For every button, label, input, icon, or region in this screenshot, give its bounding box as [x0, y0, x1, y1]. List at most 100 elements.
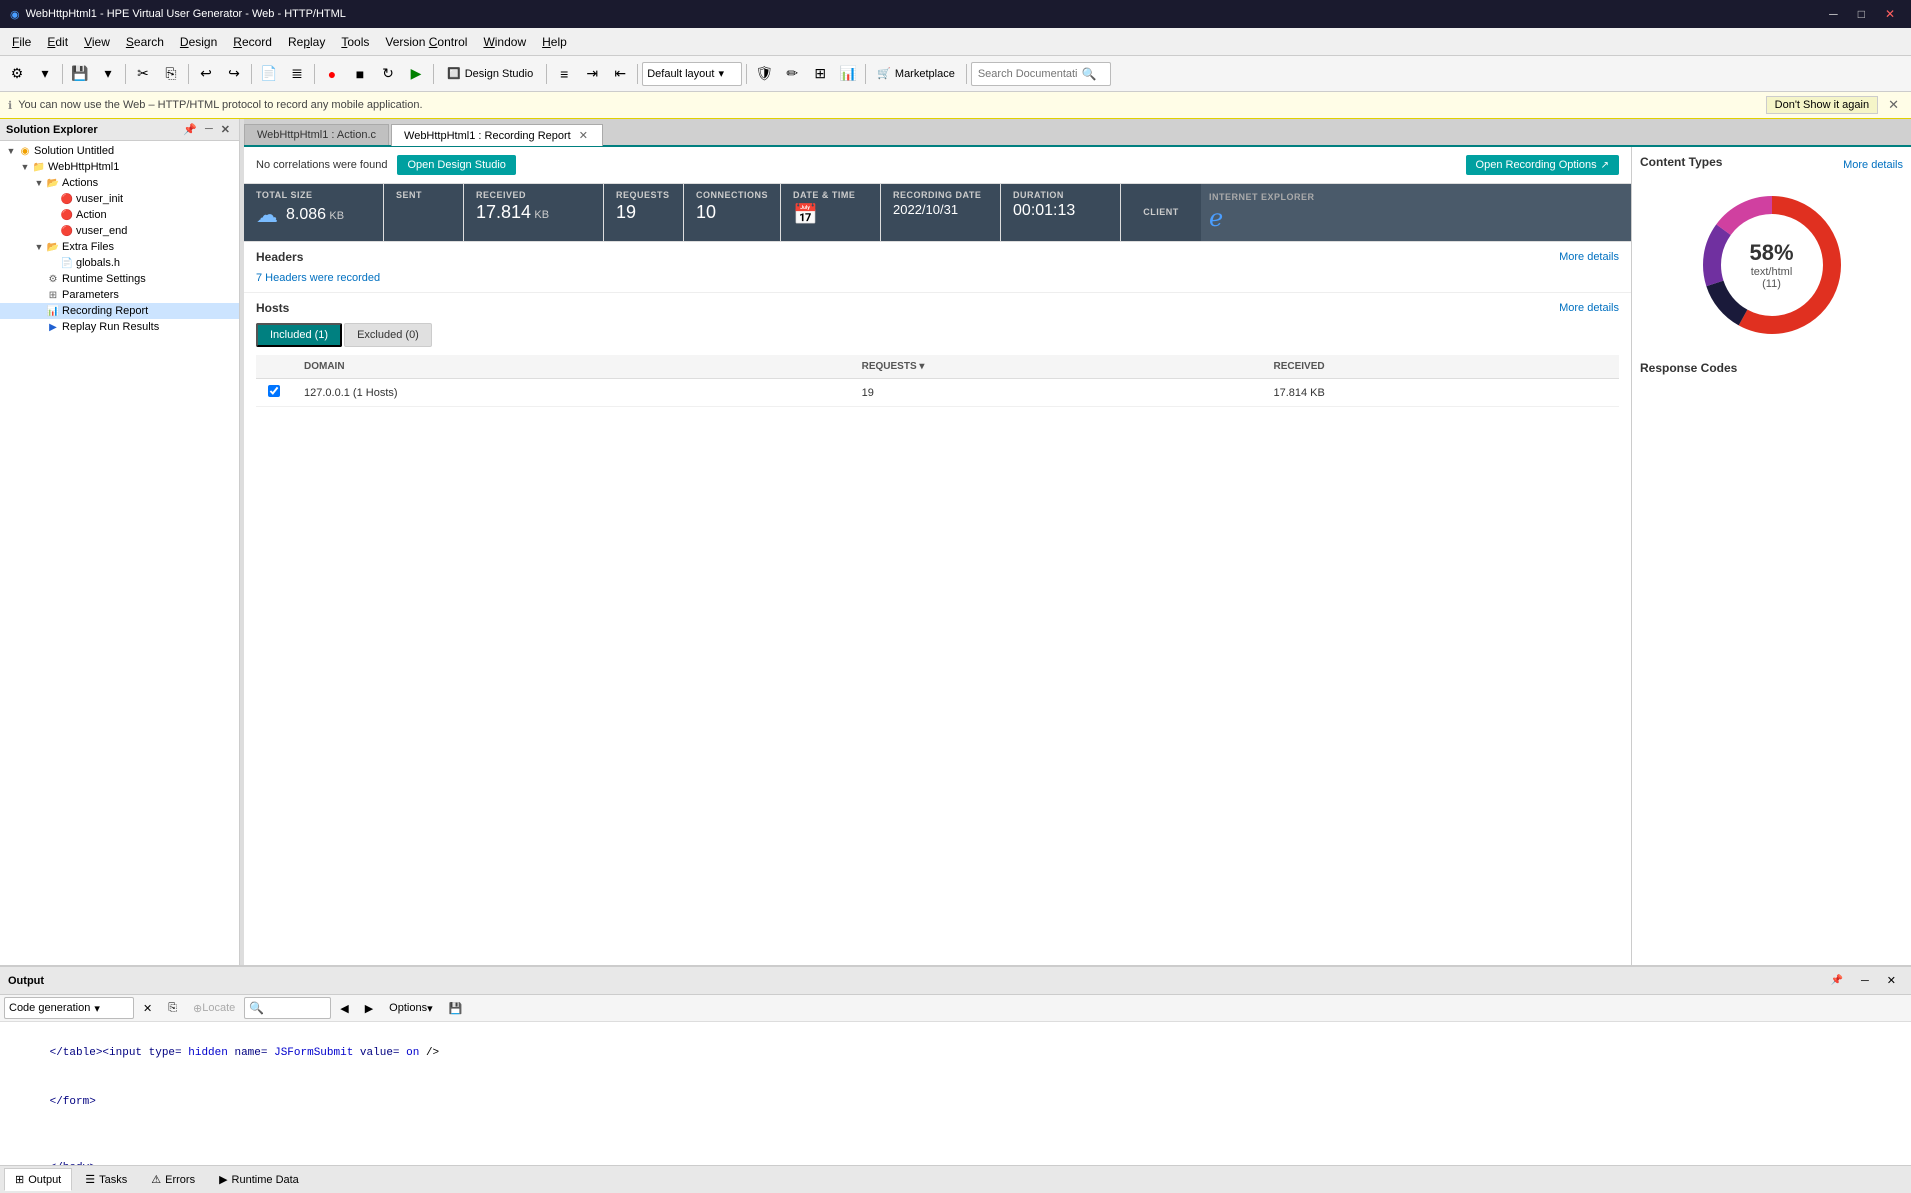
output-search-input[interactable] — [266, 1002, 326, 1014]
bottom-tab-runtime-data[interactable]: ▶ Runtime Data — [208, 1168, 310, 1191]
headers-recorded-link[interactable]: 7 Headers were recorded — [256, 272, 380, 284]
bottom-tab-errors[interactable]: ⚠ Errors — [140, 1168, 206, 1191]
included-tab[interactable]: Included (1) — [256, 323, 342, 347]
hosts-more-details[interactable]: More details — [1559, 302, 1619, 314]
menu-record[interactable]: Record — [225, 31, 280, 53]
marketplace-button[interactable]: 🛒 Marketplace — [870, 61, 962, 87]
menu-version-control[interactable]: Version Control — [377, 31, 475, 53]
tb-align-button[interactable]: ≡ — [551, 61, 577, 87]
tb-save-button[interactable]: 💾 — [67, 61, 93, 87]
output-locate-button[interactable]: ⊕ Locate — [186, 999, 242, 1018]
tb-grid-button[interactable]: ⊞ — [807, 61, 833, 87]
tree-item-params[interactable]: ▶ ⊞ Parameters — [0, 287, 239, 303]
tree-item-extra-files[interactable]: ▼ 📂 Extra Files — [0, 239, 239, 255]
output-copy-button[interactable]: ⎘ — [161, 999, 184, 1018]
minimize-button[interactable]: ─ — [1823, 5, 1844, 23]
tab-action[interactable]: WebHttpHtml1 : Action.c — [244, 124, 389, 145]
tree-item-runtime[interactable]: ▶ ⚙ Runtime Settings — [0, 271, 239, 287]
menu-search[interactable]: Search — [118, 31, 172, 53]
tb-report-button[interactable]: 📊 — [835, 61, 861, 87]
maximize-button[interactable]: □ — [1852, 5, 1871, 23]
tb-dropdown2[interactable]: ▾ — [95, 61, 121, 87]
tb-home-button[interactable]: ⚙ — [4, 61, 30, 87]
output-nav-forward[interactable]: ▶ — [358, 999, 380, 1018]
headers-section-header: Headers More details — [244, 242, 1631, 268]
no-correlations-text: No correlations were found — [256, 159, 387, 171]
tree-item-vuser-init[interactable]: ▶ 🔴 vuser_init — [0, 191, 239, 207]
layout-dropdown[interactable]: Default layout ▾ — [642, 62, 742, 86]
layout-dropdown-arrow: ▾ — [718, 67, 724, 80]
tb-param-button[interactable]: ≣ — [284, 61, 310, 87]
open-design-studio-button[interactable]: Open Design Studio — [397, 155, 515, 175]
output-nav-back[interactable]: ◀ — [333, 999, 355, 1018]
tb-step-button[interactable]: ⇥ — [579, 61, 605, 87]
tree-item-recording-report[interactable]: ▶ 📊 Recording Report — [0, 303, 239, 319]
tb-record-button[interactable]: ● — [319, 61, 345, 87]
tb-stop-button[interactable]: ■ — [347, 61, 373, 87]
tb-shield-button[interactable]: 🛡 — [751, 61, 777, 87]
tree-item-project[interactable]: ▼ 📁 WebHttpHtml1 — [0, 159, 239, 175]
row-checkbox[interactable] — [268, 385, 280, 397]
bottom-tab-output[interactable]: ⊞ Output — [4, 1168, 72, 1191]
tree-item-vuser-end[interactable]: ▶ 🔴 vuser_end — [0, 223, 239, 239]
content-types-more-details[interactable]: More details — [1843, 159, 1903, 171]
menu-file[interactable]: File — [4, 31, 39, 53]
menu-design[interactable]: Design — [172, 31, 225, 53]
menu-tools[interactable]: Tools — [333, 31, 377, 53]
output-clear-button[interactable]: ✕ — [136, 999, 159, 1018]
output-close-button[interactable]: ✕ — [1880, 971, 1903, 990]
menu-help[interactable]: Help — [534, 31, 575, 53]
search-input[interactable] — [978, 68, 1078, 80]
extra-files-toggle[interactable]: ▼ — [32, 242, 46, 252]
search-box[interactable]: 🔍 — [971, 62, 1111, 86]
close-button[interactable]: ✕ — [1879, 5, 1901, 23]
tb-run-button[interactable]: ▶ — [403, 61, 429, 87]
output-options-button[interactable]: Options ▾ — [382, 999, 439, 1018]
dont-show-button[interactable]: Don't Show it again — [1766, 96, 1878, 114]
tree-item-solution[interactable]: ▼ ◉ Solution Untitled — [0, 143, 239, 159]
tb-dropdown1[interactable]: ▾ — [32, 61, 58, 87]
solution-toggle[interactable]: ▼ — [4, 146, 18, 156]
tb-pencil-button[interactable]: ✏ — [779, 61, 805, 87]
excluded-tab[interactable]: Excluded (0) — [344, 323, 432, 347]
donut-label: text/html — [1749, 266, 1793, 278]
tree-item-action[interactable]: ▶ 🔴 Action — [0, 207, 239, 223]
output-pin-button[interactable]: 📌 — [1824, 972, 1850, 989]
menu-replay[interactable]: Replay — [280, 31, 333, 53]
headers-more-details[interactable]: More details — [1559, 251, 1619, 263]
se-minimize-button[interactable]: ─ — [202, 123, 216, 136]
row-domain: 127.0.0.1 (1 Hosts) — [292, 379, 850, 407]
project-toggle[interactable]: ▼ — [18, 162, 32, 172]
output-minimize-button[interactable]: ─ — [1854, 972, 1876, 990]
layout-dropdown-label: Default layout — [647, 68, 714, 80]
tb-copy-button[interactable]: ⎘ — [158, 61, 184, 87]
info-close-button[interactable]: ✕ — [1884, 97, 1903, 113]
tree-item-globals[interactable]: ▶ 📄 globals.h — [0, 255, 239, 271]
output-save-button[interactable]: 💾 — [442, 999, 470, 1018]
tb-cut-button[interactable]: ✂ — [130, 61, 156, 87]
response-codes-title: Response Codes — [1640, 361, 1737, 375]
design-studio-button[interactable]: 🔲 Design Studio — [438, 61, 542, 87]
output-search-box[interactable]: 🔍 — [244, 997, 331, 1019]
tab-close-icon[interactable]: ✕ — [577, 129, 590, 142]
tree-item-replay-results[interactable]: ▶ ▶ Replay Run Results — [0, 319, 239, 335]
tree-item-actions[interactable]: ▼ 📂 Actions — [0, 175, 239, 191]
bottom-tab-tasks[interactable]: ☰ Tasks — [74, 1168, 138, 1191]
code-line-4: </body> — [10, 1144, 1901, 1166]
tb-step2-button[interactable]: ⇤ — [607, 61, 633, 87]
se-close-button[interactable]: ✕ — [218, 123, 233, 136]
tb-refresh-button[interactable]: ↻ — [375, 61, 401, 87]
tb-undo-button[interactable]: ↩ — [193, 61, 219, 87]
actions-toggle[interactable]: ▼ — [32, 178, 46, 188]
tab-recording-report[interactable]: WebHttpHtml1 : Recording Report ✕ — [391, 124, 603, 146]
menu-view[interactable]: View — [76, 31, 118, 53]
menu-edit[interactable]: Edit — [39, 31, 76, 53]
se-pin-button[interactable]: 📌 — [180, 123, 200, 136]
hosts-title: Hosts — [256, 301, 289, 315]
output-type-dropdown[interactable]: Code generation ▾ — [4, 997, 134, 1019]
tb-script-button[interactable]: 📄 — [256, 61, 282, 87]
tb-redo-button[interactable]: ↪ — [221, 61, 247, 87]
output-type-label: Code generation — [9, 1002, 90, 1014]
menu-window[interactable]: Window — [475, 31, 534, 53]
open-recording-options-button[interactable]: Open Recording Options ↗ — [1466, 155, 1619, 175]
